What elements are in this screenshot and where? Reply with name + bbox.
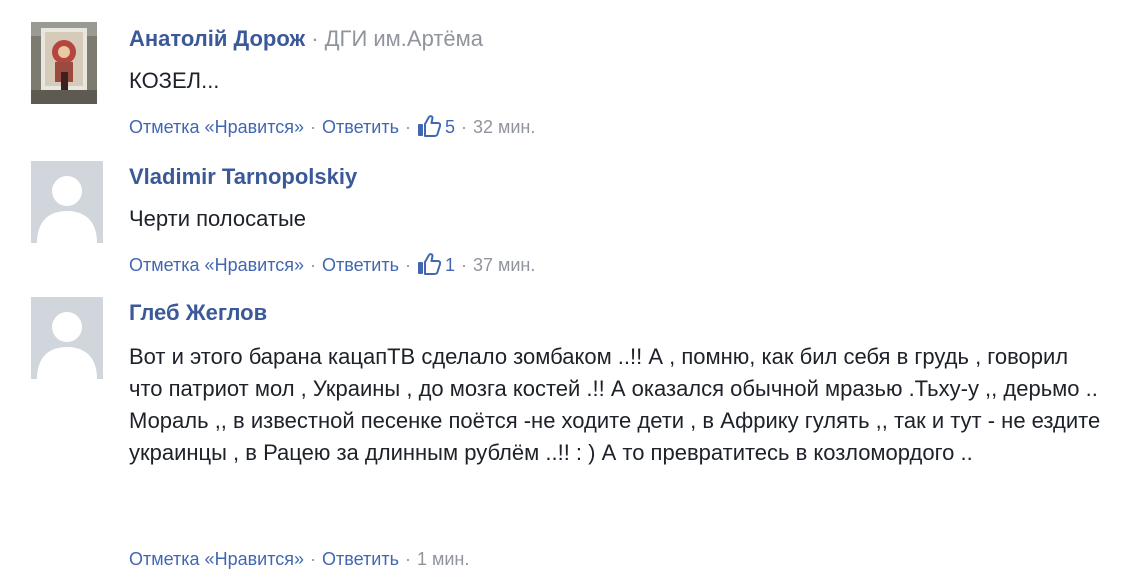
comment-header: Глеб Жеглов [129, 300, 1104, 326]
likes-count-button[interactable]: 5 [417, 115, 455, 137]
comment-header: Vladimir Tarnopolskiy [129, 164, 1106, 190]
author-name[interactable]: Vladimir Tarnopolskiy [129, 164, 357, 189]
comment-time[interactable]: 37 мин. [473, 255, 535, 275]
likes-count-button[interactable]: 1 [417, 253, 455, 275]
like-link[interactable]: Отметка «Нравится» [129, 117, 304, 137]
avatar[interactable] [31, 161, 103, 243]
thumbs-up-icon [417, 253, 442, 275]
thumbs-up-icon [417, 115, 442, 137]
like-link[interactable]: Отметка «Нравится» [129, 255, 304, 275]
default-avatar-icon [31, 297, 103, 379]
comment-time[interactable]: 1 мин. [417, 549, 469, 569]
separator-dot: · [460, 117, 467, 137]
comment-text: Черти полосатые [129, 203, 1106, 235]
likes-count: 5 [444, 117, 455, 137]
comment-text: Вот и этого барана кацапТВ сделало зомба… [129, 341, 1104, 469]
separator-dot: · [310, 255, 317, 275]
comment-text: КОЗЕЛ... [129, 65, 1106, 97]
affiliation-separator: · [311, 26, 319, 51]
comment-paragraph: Вот и этого барана кацапТВ сделало зомба… [129, 344, 1098, 401]
comment-header: Анатолій Дорож · ДГИ им.Артёма [129, 26, 1106, 52]
reply-link[interactable]: Ответить [322, 255, 399, 275]
avatar[interactable] [31, 297, 103, 379]
comment-actions: Отметка «Нравится» · Ответить · 1 мин. [129, 549, 469, 569]
reply-link[interactable]: Ответить [322, 549, 399, 569]
avatar-photo [31, 22, 97, 104]
comment-paragraph: Черти полосатые [129, 206, 306, 231]
separator-dot: · [310, 549, 317, 569]
reply-link[interactable]: Ответить [322, 117, 399, 137]
comment-time[interactable]: 32 мин. [473, 117, 535, 137]
separator-dot: · [460, 255, 467, 275]
comment-actions: Отметка «Нравится» · Ответить · 5 · 32 мин. [129, 115, 535, 137]
comment-paragraph: КОЗЕЛ... [129, 68, 220, 93]
separator-dot: · [310, 117, 317, 137]
avatar[interactable] [31, 22, 97, 104]
default-avatar-icon [31, 161, 103, 243]
likes-count: 1 [444, 255, 455, 275]
author-name[interactable]: Анатолій Дорож [129, 26, 305, 51]
author-affiliation[interactable]: ДГИ им.Артёма [325, 26, 483, 51]
comment-actions: Отметка «Нравится» · Ответить · 1 · 37 мин. [129, 253, 535, 275]
separator-dot: · [404, 255, 411, 275]
like-link[interactable]: Отметка «Нравится» [129, 549, 304, 569]
separator-dot: · [404, 117, 411, 137]
comment-paragraph: Мораль ,, в известной песенке поётся -не… [129, 408, 1101, 465]
separator-dot: · [404, 549, 411, 569]
author-name[interactable]: Глеб Жеглов [129, 300, 267, 325]
